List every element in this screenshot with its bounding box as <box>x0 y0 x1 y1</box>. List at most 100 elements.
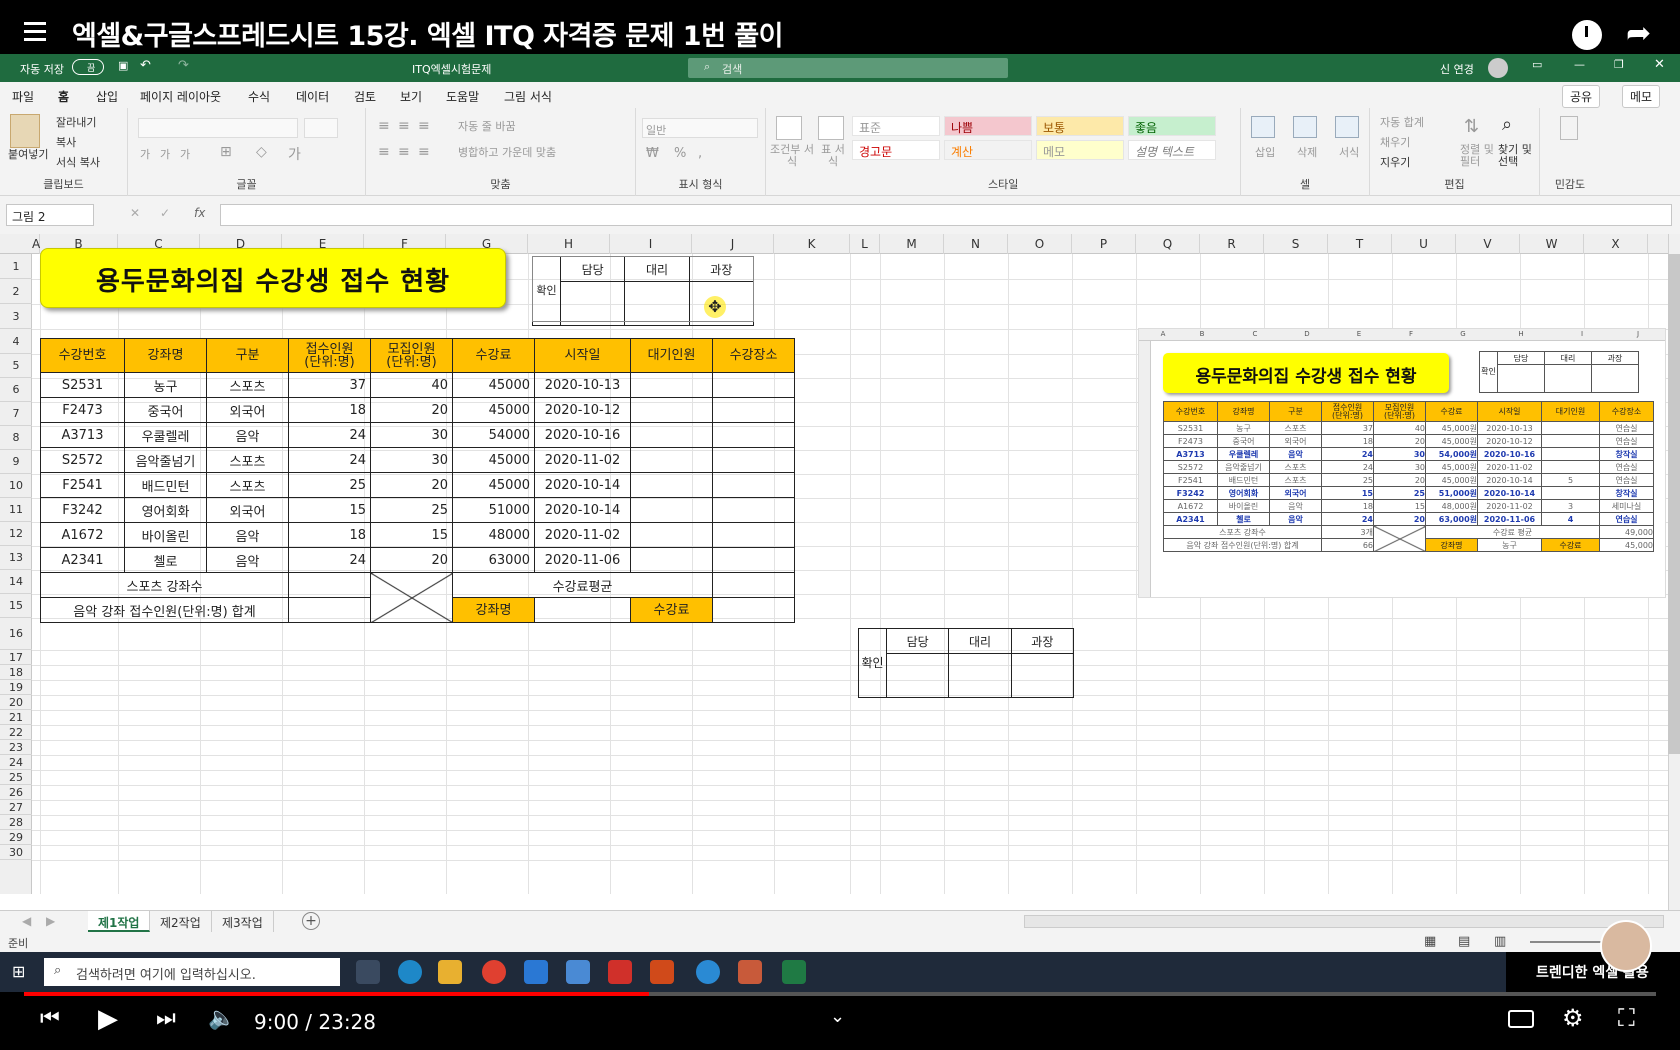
column-header[interactable]: A <box>32 234 40 254</box>
row-header[interactable]: 16 <box>0 618 32 650</box>
row-header[interactable]: 1 <box>0 254 32 279</box>
find-select-button[interactable]: 찾기 및 선택 <box>1498 144 1538 168</box>
tab-formulas[interactable]: 수식 <box>248 88 270 105</box>
tab-help[interactable]: 도움말 <box>446 88 479 105</box>
style-calculation[interactable]: 계산 <box>944 140 1032 160</box>
row-header[interactable]: 10 <box>0 474 32 498</box>
wrap-text-button[interactable]: 자동 줄 바꿈 <box>458 118 516 134</box>
header-cell[interactable]: 대기인원 <box>630 338 713 373</box>
column-header[interactable]: S <box>1264 234 1328 254</box>
delete-cells-icon[interactable] <box>1293 116 1317 138</box>
ie-icon[interactable] <box>696 960 720 984</box>
row-header[interactable]: 15 <box>0 594 32 618</box>
data-cell[interactable] <box>630 447 713 473</box>
column-header[interactable]: T <box>1328 234 1392 254</box>
data-cell[interactable]: 2020-10-16 <box>534 422 631 448</box>
style-neutral[interactable]: 보통 <box>1036 116 1124 136</box>
header-cell[interactable]: 시작일 <box>534 338 631 373</box>
align-top-icon[interactable]: ≡ <box>378 118 390 134</box>
data-cell[interactable]: 15 <box>288 497 371 523</box>
table-format-icon[interactable] <box>818 116 844 140</box>
font-color-icon[interactable]: 가 <box>288 144 301 164</box>
data-cell[interactable]: 2020-10-12 <box>534 397 631 423</box>
column-header[interactable]: W <box>1520 234 1584 254</box>
style-warning[interactable]: 경고문 <box>852 140 940 160</box>
data-cell[interactable] <box>712 422 795 448</box>
memo-button[interactable]: 메모 <box>1622 85 1661 108</box>
tab-review[interactable]: 검토 <box>354 88 376 105</box>
data-cell[interactable]: 18 <box>288 397 371 423</box>
percent-icon[interactable]: % <box>674 146 686 161</box>
volume-icon[interactable]: 🔈 <box>208 1006 235 1031</box>
tab-picture-format[interactable]: 그림 서식 <box>504 88 552 105</box>
page-layout-view-icon[interactable]: ▤ <box>1458 934 1470 949</box>
data-cell[interactable]: 농구 <box>124 372 207 398</box>
data-cell[interactable]: F2473 <box>40 397 125 423</box>
windows-start-icon[interactable]: ⊞ <box>12 962 25 981</box>
fullscreen-icon[interactable]: ⛶ <box>1618 1004 1635 1032</box>
data-cell[interactable]: 30 <box>370 422 453 448</box>
data-cell[interactable]: 24 <box>288 547 371 573</box>
column-header[interactable]: U <box>1392 234 1456 254</box>
file-explorer-icon[interactable] <box>438 960 462 984</box>
column-header[interactable]: H <box>528 234 610 254</box>
progress-bar[interactable] <box>24 992 1656 996</box>
data-cell[interactable]: 45000 <box>452 397 535 423</box>
table-format-button[interactable]: 표 서식 <box>818 144 848 168</box>
header-cell[interactable]: 구분 <box>206 338 289 373</box>
data-cell[interactable] <box>630 397 713 423</box>
office-icon[interactable] <box>650 960 674 984</box>
column-header[interactable]: Q <box>1136 234 1200 254</box>
row-header[interactable]: 11 <box>0 498 32 522</box>
data-cell[interactable]: A3713 <box>40 422 125 448</box>
tab-insert[interactable]: 삽입 <box>96 88 118 105</box>
minimize-icon[interactable]: — <box>1574 58 1585 71</box>
comma-icon[interactable]: , <box>698 146 702 161</box>
column-header[interactable]: P <box>1072 234 1136 254</box>
row-header[interactable]: 9 <box>0 450 32 474</box>
row-header[interactable]: 27 <box>0 800 32 815</box>
vertical-scroll-thumb[interactable] <box>1668 254 1680 754</box>
data-cell[interactable]: 45000 <box>452 472 535 498</box>
merge-center-button[interactable]: 병합하고 가운데 맞춤 <box>458 144 556 160</box>
number-format-select[interactable]: 일반 <box>642 118 758 138</box>
course-label[interactable]: 강좌명 <box>452 597 535 623</box>
data-cell[interactable]: 20 <box>370 547 453 573</box>
data-cell[interactable]: 스포츠 <box>206 472 289 498</box>
data-cell[interactable]: 63000 <box>452 547 535 573</box>
data-cell[interactable]: 25 <box>370 497 453 523</box>
data-cell[interactable]: S2531 <box>40 372 125 398</box>
font-name-select[interactable] <box>138 118 298 138</box>
watch-later-icon[interactable] <box>1572 20 1602 50</box>
normal-view-icon[interactable]: ▦ <box>1424 934 1436 949</box>
align-center-icon[interactable]: ≡ <box>398 144 410 160</box>
restore-icon[interactable]: ❐ <box>1614 58 1624 71</box>
data-cell[interactable] <box>712 447 795 473</box>
conditional-format-button[interactable]: 조건부 서식 <box>770 144 814 168</box>
tab-page-layout[interactable]: 페이지 레이아웃 <box>140 88 221 105</box>
data-table[interactable]: 수강번호 강좌명 구분 접수인원 (단위:명) 모집인원 (단위:명) 수강료 시작일 대기인… <box>40 338 795 623</box>
data-cell[interactable]: 2020-10-14 <box>534 472 631 498</box>
currency-icon[interactable]: ₩ <box>646 146 659 161</box>
fill-button[interactable]: 채우기 <box>1380 134 1410 150</box>
data-cell[interactable] <box>712 522 795 548</box>
approval-box-copy[interactable]: 확인 담당 대리 과장 <box>858 628 1075 698</box>
data-cell[interactable]: 음악줄넘기 <box>124 447 207 473</box>
data-cell[interactable]: 48000 <box>452 522 535 548</box>
data-cell[interactable] <box>712 397 795 423</box>
header-cell[interactable]: 수강장소 <box>712 338 795 373</box>
data-cell[interactable] <box>712 472 795 498</box>
data-cell[interactable]: 51000 <box>452 497 535 523</box>
data-cell[interactable] <box>630 422 713 448</box>
ribbon-display-icon[interactable]: ▭ <box>1532 58 1542 71</box>
header-cell[interactable]: 접수인원 (단위:명) <box>288 338 371 373</box>
data-cell[interactable]: 음악 <box>206 547 289 573</box>
row-header[interactable]: 26 <box>0 785 32 800</box>
row-header[interactable]: 25 <box>0 770 32 785</box>
fx-icon[interactable]: fx <box>194 206 205 220</box>
column-header[interactable]: J <box>692 234 774 254</box>
align-left-icon[interactable]: ≡ <box>378 144 390 160</box>
share-icon[interactable]: ➦ <box>1626 16 1651 51</box>
data-cell[interactable]: 음악 <box>206 522 289 548</box>
data-cell[interactable] <box>630 547 713 573</box>
